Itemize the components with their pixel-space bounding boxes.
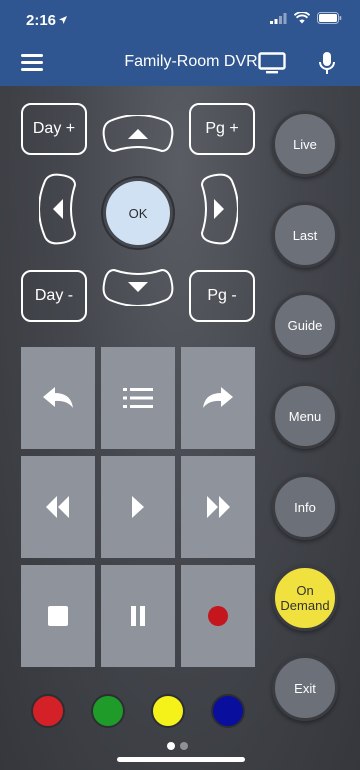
exit-button[interactable]: Exit bbox=[272, 655, 338, 721]
on-demand-label-line2: Demand bbox=[280, 598, 330, 613]
play-icon bbox=[132, 496, 144, 518]
guide-button[interactable]: Guide bbox=[272, 292, 338, 358]
back-icon bbox=[43, 387, 73, 408]
stop-button[interactable] bbox=[21, 565, 95, 667]
mic-icon[interactable] bbox=[318, 51, 336, 77]
day-up-button[interactable]: Day + bbox=[21, 103, 87, 155]
page-dot bbox=[180, 742, 188, 750]
back-button[interactable] bbox=[21, 347, 95, 449]
page-up-button[interactable]: Pg + bbox=[189, 103, 255, 155]
arrow-down-icon bbox=[128, 282, 148, 292]
day-down-button[interactable]: Day - bbox=[21, 270, 87, 322]
blue-key-button[interactable] bbox=[211, 694, 245, 728]
right-arrow-button[interactable] bbox=[196, 173, 238, 245]
left-arrow-button[interactable] bbox=[39, 173, 81, 245]
wifi-icon bbox=[294, 12, 310, 24]
forward-icon bbox=[203, 387, 233, 408]
forward-button[interactable] bbox=[181, 347, 255, 449]
on-demand-label-line1: On bbox=[296, 583, 314, 598]
page-title: Family-Room DVR bbox=[124, 53, 258, 70]
down-arrow-button[interactable] bbox=[102, 264, 174, 306]
remote-screen: 2:16 Family-Room DVR Day + Pg + Day - Pg… bbox=[0, 0, 360, 770]
fast-forward-button[interactable] bbox=[181, 456, 255, 558]
status-icons bbox=[270, 12, 342, 24]
list-button[interactable] bbox=[101, 347, 175, 449]
status-time: 2:16 bbox=[26, 12, 57, 29]
up-arrow-button[interactable] bbox=[102, 115, 174, 157]
page-down-button[interactable]: Pg - bbox=[189, 270, 255, 322]
signal-icon bbox=[270, 12, 287, 24]
menu-button[interactable]: Menu bbox=[272, 383, 338, 449]
page-indicator[interactable] bbox=[167, 742, 188, 750]
arrow-up-icon bbox=[128, 129, 148, 139]
record-button[interactable] bbox=[181, 565, 255, 667]
location-arrow-icon bbox=[59, 16, 67, 24]
play-button[interactable] bbox=[101, 456, 175, 558]
record-icon bbox=[208, 606, 228, 626]
on-demand-button[interactable]: On Demand bbox=[272, 565, 338, 631]
info-button[interactable]: Info bbox=[272, 474, 338, 540]
green-key-button[interactable] bbox=[91, 694, 125, 728]
nav-bar: Family-Room DVR bbox=[0, 40, 360, 86]
stop-icon bbox=[48, 606, 68, 626]
rewind-button[interactable] bbox=[21, 456, 95, 558]
rewind-icon bbox=[46, 496, 69, 518]
home-indicator[interactable] bbox=[117, 757, 245, 762]
yellow-key-button[interactable] bbox=[151, 694, 185, 728]
last-button[interactable]: Last bbox=[272, 202, 338, 268]
arrow-left-icon bbox=[53, 199, 63, 219]
battery-icon bbox=[317, 12, 342, 24]
live-button[interactable]: Live bbox=[272, 111, 338, 177]
red-key-button[interactable] bbox=[31, 694, 65, 728]
ok-button[interactable]: OK bbox=[106, 181, 170, 245]
pause-icon bbox=[131, 606, 145, 626]
arrow-right-icon bbox=[214, 199, 224, 219]
list-icon bbox=[123, 388, 153, 408]
fast-forward-icon bbox=[207, 496, 230, 518]
page-dot-active bbox=[167, 742, 175, 750]
tv-icon[interactable] bbox=[258, 52, 286, 74]
status-bar: 2:16 bbox=[0, 0, 360, 40]
pause-button[interactable] bbox=[101, 565, 175, 667]
